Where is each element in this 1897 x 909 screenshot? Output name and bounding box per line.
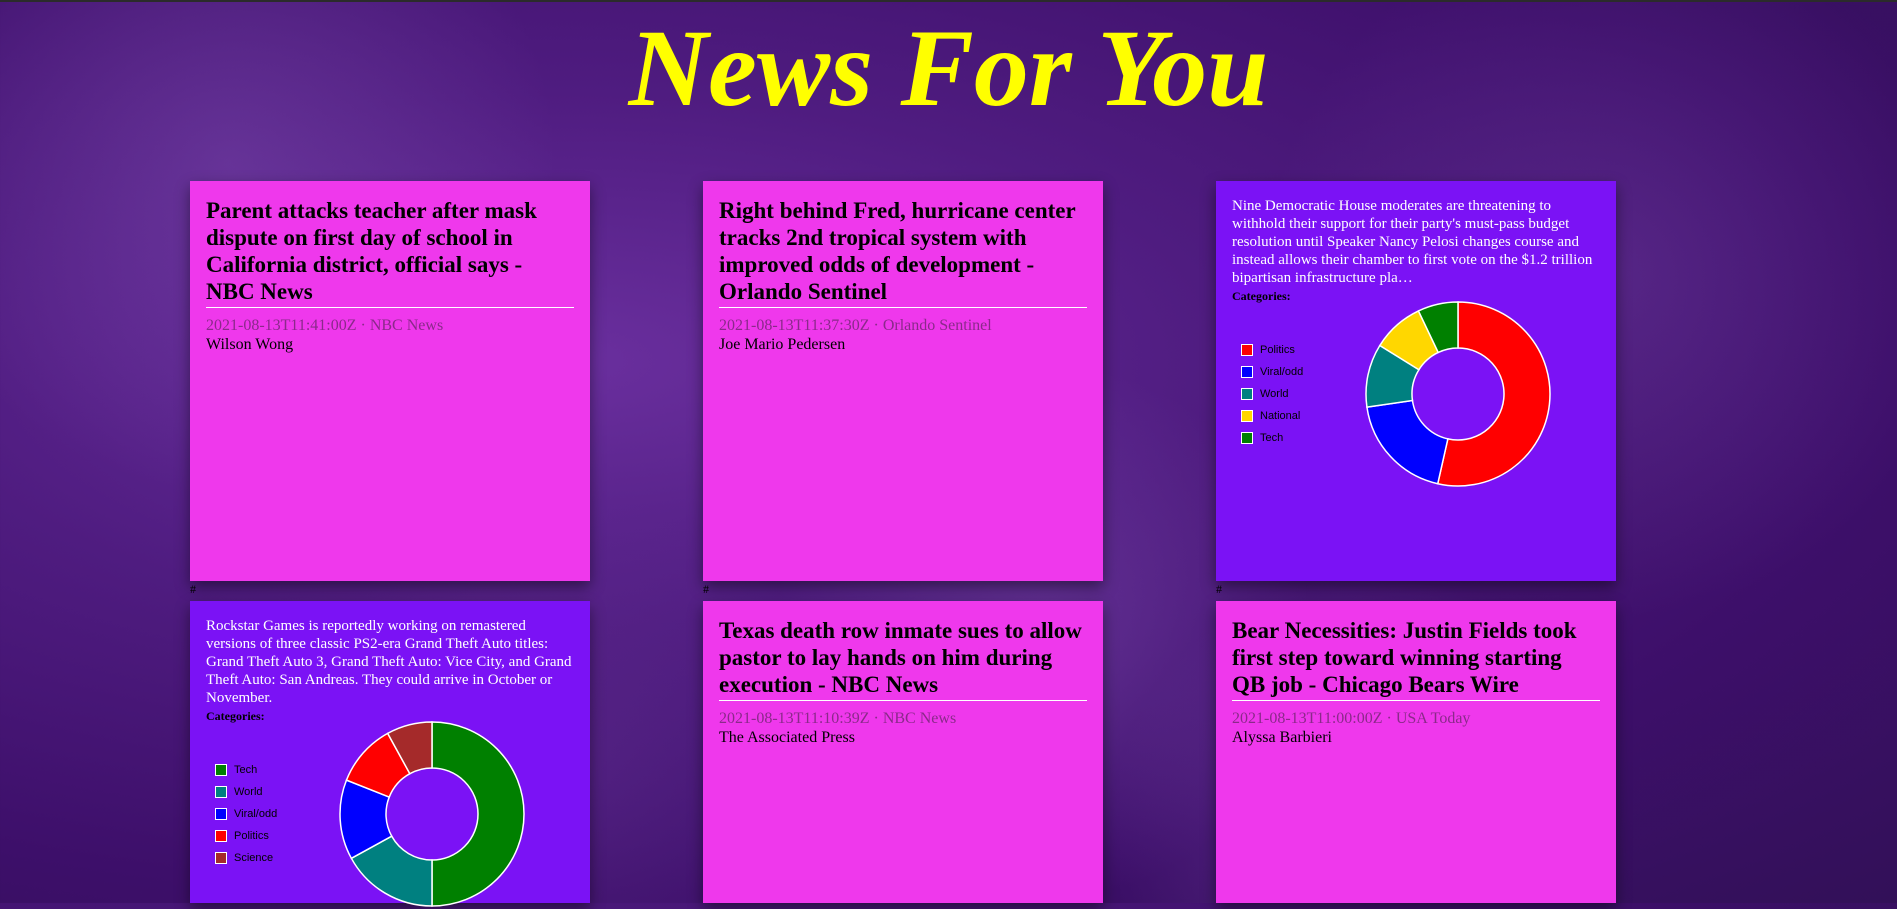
card-meta: 2021-08-13T11:00:00Z · USA Today [1232,710,1471,727]
card-author: Wilson Wong [206,336,294,353]
card-author: Alyssa Barbieri [1232,729,1332,746]
news-card[interactable]: Texas death row inmate sues to allow pas… [703,601,1103,903]
legend-label: Tech [1260,432,1284,444]
news-card[interactable]: Right behind Fred, hurricane center trac… [703,181,1103,581]
legend-swatch [215,786,227,798]
card-meta: 2021-08-13T11:41:00Z · NBC News [206,317,444,334]
legend-label: Viral/odd [234,808,278,820]
donut-slice-viral-odd[interactable] [1366,399,1449,485]
card-headline[interactable]: Parent attacks teacher after mask disput… [206,197,574,308]
donut-slice-tech[interactable] [431,721,525,907]
legend-swatch [1241,366,1253,378]
legend-item[interactable]: Viral/odd [1241,361,1303,383]
separator-mark: # [190,582,196,596]
legend-swatch [215,830,227,842]
site-title: News For You [628,7,1269,129]
legend-label: Politics [234,830,269,842]
legend-item[interactable]: Tech [1241,427,1303,449]
legend-label: Politics [1260,344,1295,356]
news-card[interactable]: Bear Necessities: Justin Fields took fir… [1216,601,1616,903]
legend-swatch [1241,410,1253,422]
card-headline[interactable]: Bear Necessities: Justin Fields took fir… [1232,617,1600,701]
legend-swatch [215,852,227,864]
summary-card[interactable]: Rockstar Games is reportedly working on … [190,601,590,907]
legend-label: Science [234,852,274,864]
legend-item[interactable]: Viral/odd [215,803,277,825]
summary-card[interactable]: Nine Democratic House moderates are thre… [1216,181,1616,581]
chart-legend: Tech World Viral/odd Politics Science [215,759,277,869]
chart-legend: Politics Viral/odd World National Tech [1241,339,1303,449]
legend-item[interactable]: Science [215,847,277,869]
category-donut-chart [339,721,525,907]
card-meta: 2021-08-13T11:37:30Z · Orlando Sentinel [719,317,992,334]
card-headline[interactable]: Texas death row inmate sues to allow pas… [719,617,1087,701]
news-card[interactable]: Parent attacks teacher after mask disput… [190,181,590,581]
card-summary: Rockstar Games is reportedly working on … [206,618,572,706]
top-border [0,0,1897,2]
legend-item[interactable]: Tech [215,759,277,781]
legend-label: World [1260,388,1289,400]
legend-item[interactable]: National [1241,405,1303,427]
card-author: Joe Mario Pedersen [719,336,846,353]
legend-item[interactable]: Politics [1241,339,1303,361]
legend-label: World [234,786,263,798]
card-meta: 2021-08-13T11:10:39Z · NBC News [719,710,957,727]
card-summary: Nine Democratic House moderates are thre… [1232,198,1593,286]
separator-mark: # [1216,582,1222,596]
legend-swatch [1241,388,1253,400]
separator-mark: # [703,582,709,596]
legend-label: Viral/odd [1260,366,1304,378]
card-headline[interactable]: Right behind Fred, hurricane center trac… [719,197,1087,308]
legend-label: National [1260,410,1301,422]
legend-swatch [1241,344,1253,356]
category-donut-chart [1365,301,1551,487]
legend-swatch [215,764,227,776]
legend-item[interactable]: World [215,781,277,803]
legend-item[interactable]: Politics [215,825,277,847]
legend-item[interactable]: World [1241,383,1303,405]
legend-label: Tech [234,764,258,776]
card-author: The Associated Press [719,729,855,746]
legend-swatch [1241,432,1253,444]
legend-swatch [215,808,227,820]
